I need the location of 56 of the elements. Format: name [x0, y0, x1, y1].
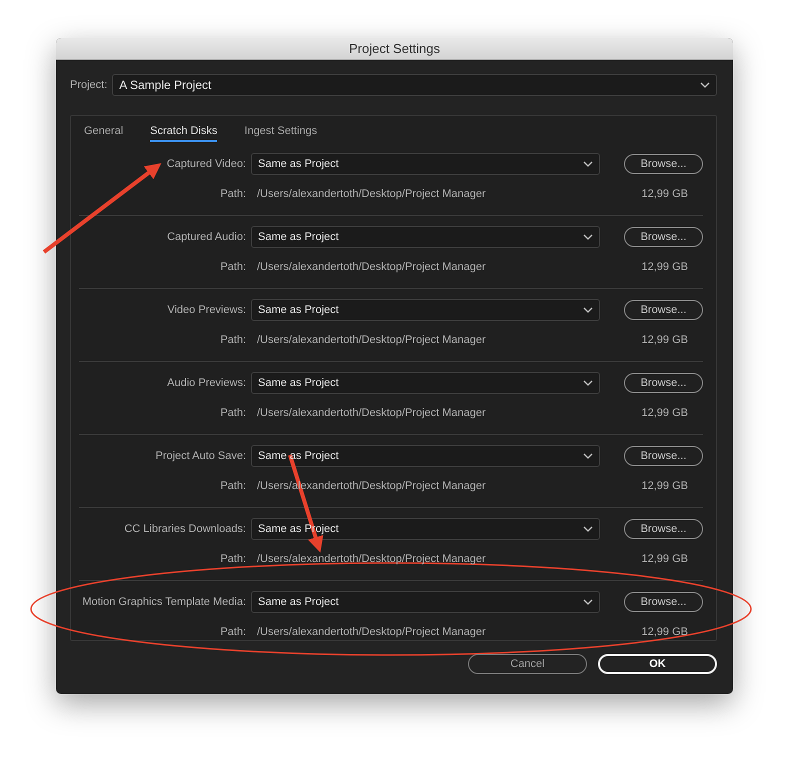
disk-space-text: 12,99 GB	[642, 625, 688, 640]
field-label: CC Libraries Downloads:	[123, 522, 246, 537]
location-dropdown[interactable]: Same as Project	[251, 153, 600, 175]
path-label: Path:	[219, 406, 246, 421]
tab[interactable]: Ingest Settings	[244, 116, 318, 142]
chevron-icon	[583, 380, 593, 386]
disk-space-text: 12,99 GB	[642, 260, 688, 275]
chevron-icon	[700, 82, 710, 88]
chevron-icon	[583, 453, 593, 459]
tab[interactable]: Scratch Disks	[150, 116, 218, 142]
window-title: Project Settings	[56, 38, 733, 60]
field-label: Audio Previews:	[166, 376, 246, 391]
disk-space-text: 12,99 GB	[642, 333, 688, 348]
location-dropdown[interactable]: Same as Project	[251, 372, 600, 394]
chevron-icon	[583, 234, 593, 240]
disk-space-text: 12,99 GB	[642, 406, 688, 421]
path-text: /Users/alexandertoth/Desktop/Project Manager	[256, 260, 487, 275]
chevron-icon	[583, 526, 593, 532]
chevron-icon	[583, 161, 593, 167]
location-dropdown[interactable]: Same as Project	[251, 299, 600, 321]
location-dropdown[interactable]: Same as Project	[251, 226, 600, 248]
browse-button[interactable]: Browse...	[624, 592, 703, 612]
path-text: /Users/alexandertoth/Desktop/Project Manager	[256, 187, 487, 202]
field-label: Project Auto Save:	[154, 449, 246, 464]
browse-button[interactable]: Browse...	[624, 227, 703, 247]
field-label: Motion Graphics Template Media:	[81, 595, 246, 610]
field-label: Video Previews:	[166, 303, 246, 318]
disk-space-text: 12,99 GB	[642, 187, 688, 202]
path-label: Path:	[219, 187, 246, 202]
project-dropdown[interactable]: A Sample Project	[112, 74, 717, 96]
path-label: Path:	[219, 479, 246, 494]
browse-button[interactable]: Browse...	[624, 373, 703, 393]
chevron-icon	[583, 307, 593, 313]
browse-button[interactable]: Browse...	[624, 154, 703, 174]
disk-space-text: 12,99 GB	[642, 552, 688, 567]
project-label: Project:	[70, 78, 108, 93]
browse-button[interactable]: Browse...	[624, 300, 703, 320]
disk-space-text: 12,99 GB	[642, 479, 688, 494]
field-label: Captured Video:	[166, 157, 246, 172]
path-label: Path:	[219, 333, 246, 348]
chevron-icon	[583, 599, 593, 605]
path-label: Path:	[219, 552, 246, 567]
location-dropdown[interactable]: Same as Project	[251, 591, 600, 613]
browse-button[interactable]: Browse...	[624, 446, 703, 466]
path-text: /Users/alexandertoth/Desktop/Project Manager	[256, 333, 487, 348]
path-text: /Users/alexandertoth/Desktop/Project Manager	[256, 625, 487, 640]
path-label: Path:	[219, 260, 246, 275]
path-text: /Users/alexandertoth/Desktop/Project Manager	[256, 406, 487, 421]
cancel-button[interactable]: Cancel	[468, 654, 587, 674]
field-label: Captured Audio:	[166, 230, 246, 245]
ok-button[interactable]: OK	[598, 654, 717, 674]
path-text: /Users/alexandertoth/Desktop/Project Manager	[256, 552, 487, 567]
location-dropdown[interactable]: Same as Project	[251, 445, 600, 467]
browse-button[interactable]: Browse...	[624, 519, 703, 539]
path-label: Path:	[219, 625, 246, 640]
tab[interactable]: General	[84, 116, 124, 142]
